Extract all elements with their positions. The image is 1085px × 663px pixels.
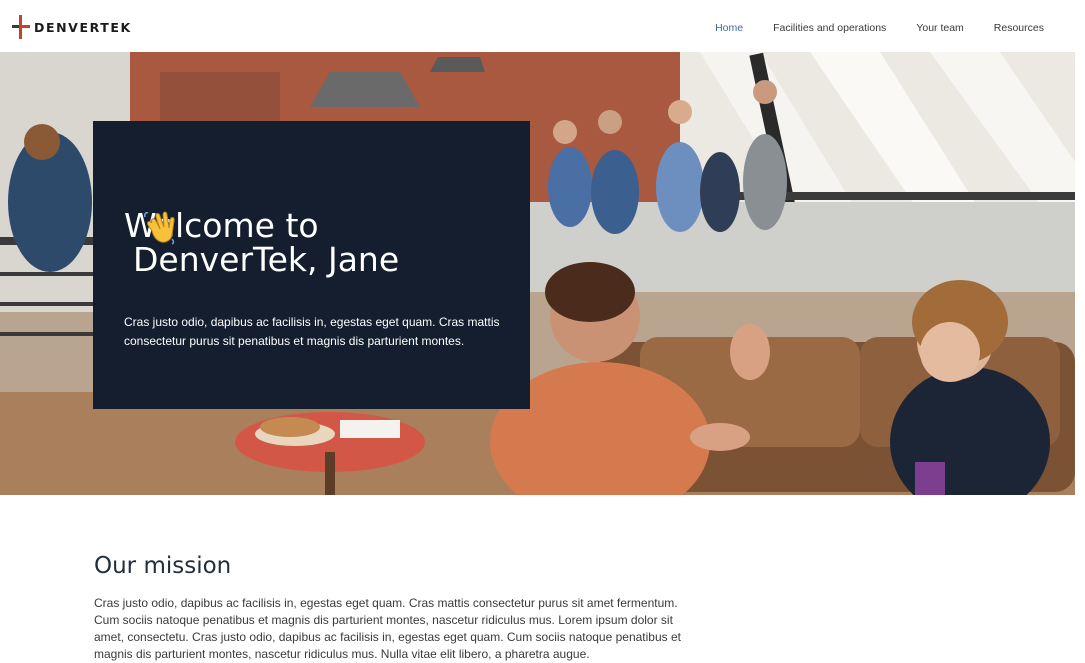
site-header: DENVERTEK Home Facilities and operations… — [0, 0, 1085, 52]
welcome-title-line2: DenverTek, Jane — [133, 240, 400, 279]
welcome-card: Welcome to DenverTek, Jane Cras justo od… — [93, 121, 530, 409]
mission-text: Cras justo odio, dapibus ac facilisis in… — [94, 596, 681, 661]
mission-heading: Our mission — [94, 553, 232, 579]
welcome-title-line1: Welcome to — [124, 206, 319, 245]
hero-banner: Welcome to DenverTek, Jane Cras justo od… — [0, 52, 1075, 495]
nav-facilities-and-operations[interactable]: Facilities and operations — [773, 22, 886, 34]
waving-hand-icon — [144, 211, 175, 245]
logo-mark-icon — [12, 15, 30, 39]
logo-text: DENVERTEK — [34, 19, 132, 35]
denvertek-logo[interactable]: DENVERTEK — [12, 15, 132, 39]
top-nav: Home Facilities and operations Your team… — [715, 22, 1044, 34]
nav-home[interactable]: Home — [715, 22, 743, 34]
nav-your-team[interactable]: Your team — [916, 22, 963, 34]
welcome-title: Welcome to DenverTek, Jane — [124, 209, 504, 277]
welcome-description: Cras justo odio, dapibus ac facilisis in… — [124, 315, 500, 348]
nav-resources[interactable]: Resources — [994, 22, 1044, 34]
